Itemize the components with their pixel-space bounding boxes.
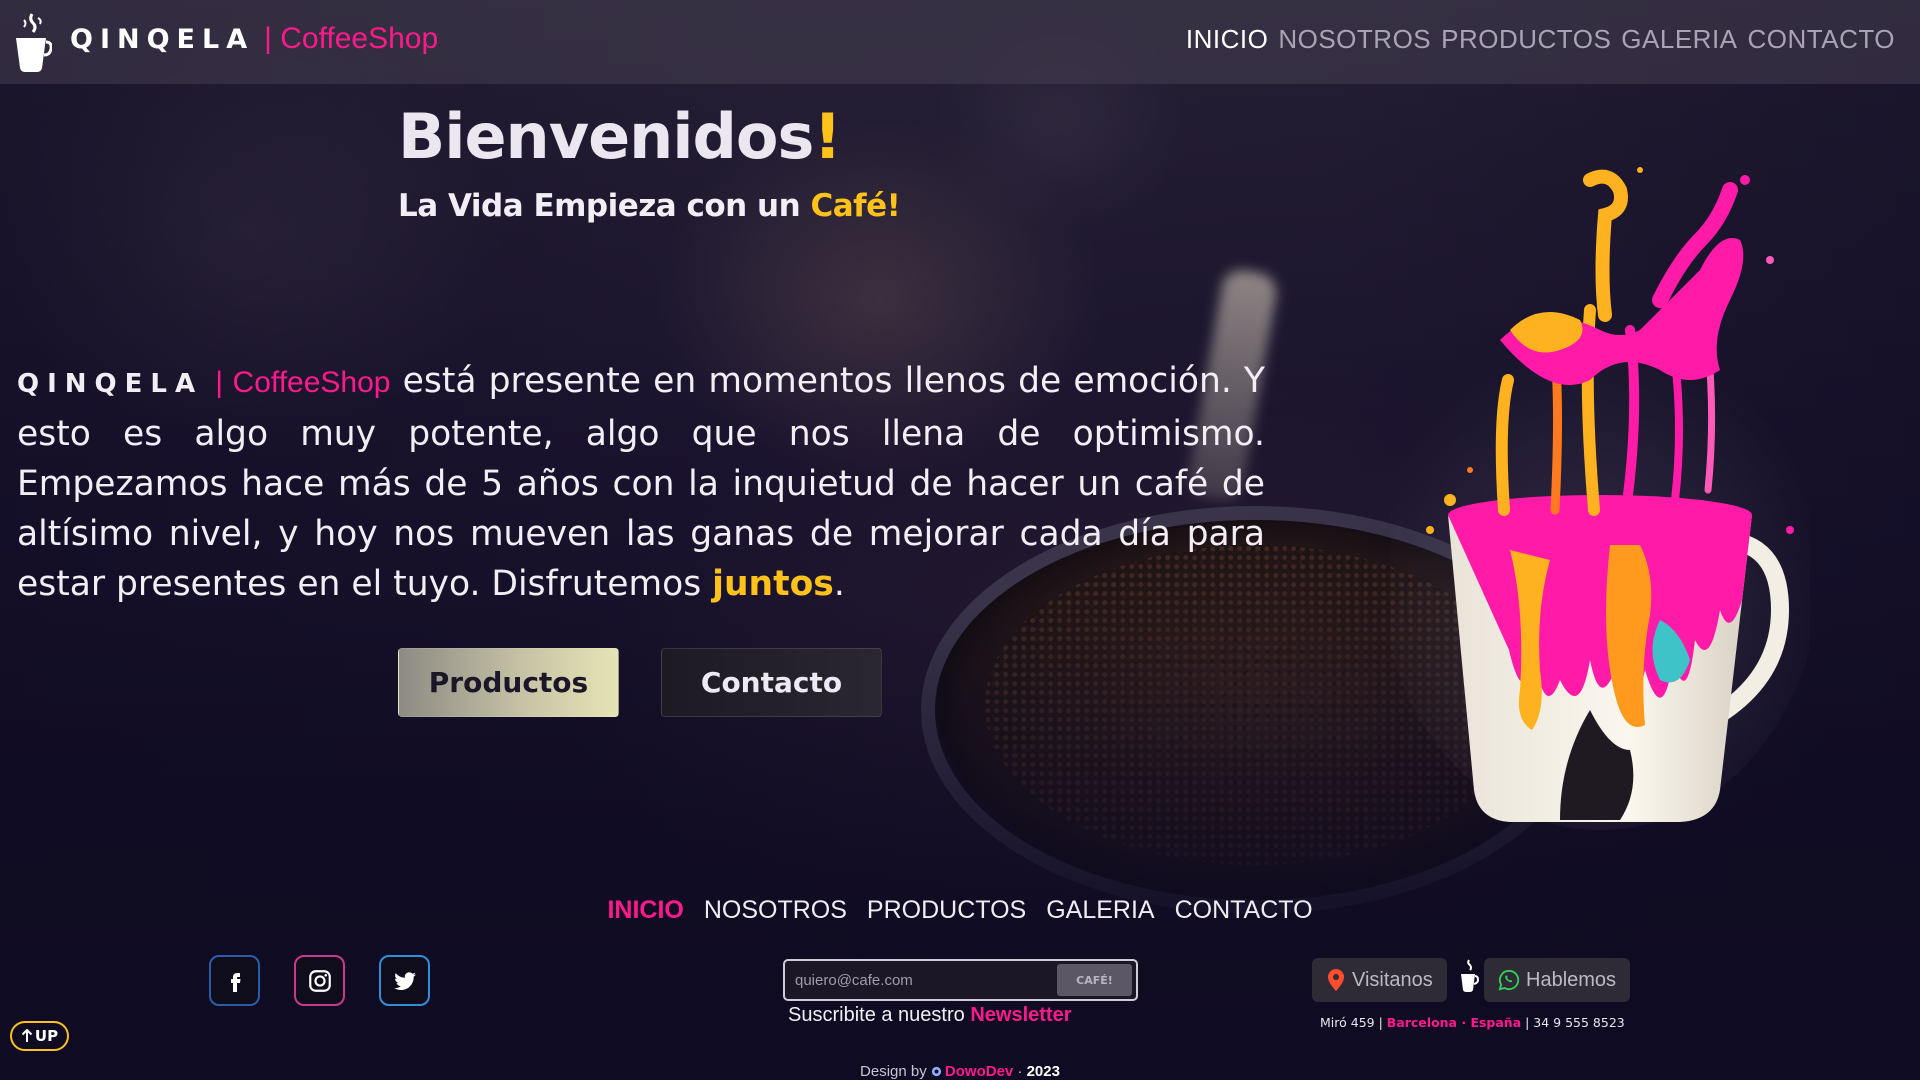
scroll-up-label: UP	[34, 1027, 59, 1045]
visit-button[interactable]: Visitanos	[1312, 958, 1447, 1002]
top-header: QINQELA | CoffeeShop INICIO NOSOTROS PRO…	[0, 0, 1920, 84]
whatsapp-icon	[1498, 969, 1520, 991]
paint-splash-cup-illustration	[1390, 167, 1810, 830]
whatsapp-button[interactable]: Hablemos	[1484, 958, 1631, 1002]
design-credit: Design by DowoDev · 2023	[0, 1063, 1920, 1080]
newsletter-caption-text: Suscribite a nuestro	[788, 1004, 971, 1026]
arrow-up-icon	[21, 1029, 33, 1042]
nav-inicio[interactable]: INICIO	[1186, 24, 1268, 55]
instagram-icon	[308, 969, 331, 992]
credit-separator: ·	[1013, 1063, 1027, 1080]
whatsapp-label: Hablemos	[1526, 968, 1617, 991]
hero-title: Bienvenidos!	[398, 100, 842, 173]
about-paragraph: QINQELA | CoffeeShop está presente en mo…	[17, 356, 1265, 609]
hero-title-text: Bienvenidos	[398, 100, 814, 173]
about-end: .	[833, 564, 845, 604]
footer-nav: INICIO NOSOTROS PRODUCTOS GALERIA CONTAC…	[0, 896, 1920, 925]
hero-title-mark: !	[813, 100, 841, 173]
instagram-button[interactable]	[294, 955, 345, 1006]
credit-prefix: Design by	[860, 1063, 931, 1080]
newsletter-caption-highlight: Newsletter	[970, 1004, 1072, 1026]
newsletter-email-input[interactable]	[795, 971, 1057, 989]
address-city: Barcelona · España	[1386, 1015, 1522, 1030]
header-nav: INICIO NOSOTROS PRODUCTOS GALERIA CONTAC…	[1186, 24, 1895, 55]
address: Miró 459 | Barcelona · España | 34 9 555…	[1320, 1015, 1625, 1030]
footer-nav-contacto[interactable]: CONTACTO	[1175, 896, 1313, 925]
coffee-cup-logo-icon[interactable]	[12, 10, 52, 74]
footer-nav-nosotros[interactable]: NOSOTROS	[704, 896, 847, 925]
about-highlight: juntos	[712, 564, 834, 604]
hero-subtitle-highlight: Café!	[810, 188, 901, 224]
hero-subtitle: La Vida Empieza con un Café!	[398, 188, 901, 224]
newsletter-submit-button[interactable]: CAFÉ!	[1057, 964, 1132, 996]
scroll-up-button[interactable]: UP	[10, 1021, 69, 1051]
twitter-icon	[393, 971, 416, 990]
brand[interactable]: QINQELA | CoffeeShop	[70, 22, 438, 56]
visit-label: Visitanos	[1352, 968, 1433, 991]
credit-brand[interactable]: DowoDev	[945, 1063, 1013, 1080]
hero-subtitle-text: La Vida Empieza con un	[398, 188, 811, 224]
footer-nav-productos[interactable]: PRODUCTOS	[867, 896, 1026, 925]
nav-nosotros[interactable]: NOSOTROS	[1278, 24, 1431, 55]
dowodev-logo-icon	[931, 1066, 941, 1077]
newsletter-form: CAFÉ!	[783, 959, 1138, 1001]
contact-button[interactable]: Contacto	[661, 648, 882, 717]
about-brand-name: QINQELA	[17, 369, 204, 399]
nav-galeria[interactable]: GALERIA	[1621, 24, 1737, 55]
newsletter-caption: Suscribite a nuestro Newsletter	[788, 1004, 1071, 1027]
address-street: Miró 459 |	[1320, 1015, 1387, 1030]
about-text: está presente en momentos llenos de emoc…	[17, 361, 1266, 604]
footer-nav-inicio[interactable]: INICIO	[607, 896, 683, 925]
twitter-button[interactable]	[379, 955, 430, 1006]
brand-name: QINQELA	[70, 24, 255, 55]
facebook-button[interactable]	[209, 955, 260, 1006]
nav-contacto[interactable]: CONTACTO	[1748, 24, 1895, 55]
brand-shop-label: | CoffeeShop	[264, 22, 439, 55]
nav-productos[interactable]: PRODUCTOS	[1441, 24, 1611, 55]
facebook-icon	[230, 972, 240, 992]
products-button[interactable]: Productos	[398, 648, 619, 717]
coffee-cup-icon	[1461, 959, 1479, 992]
address-phone: | 34 9 555 8523	[1521, 1015, 1625, 1030]
credit-year: 2023	[1026, 1063, 1060, 1080]
footer-nav-galeria[interactable]: GALERIA	[1046, 896, 1154, 925]
about-brand-shop: | CoffeeShop	[215, 366, 391, 399]
map-pin-icon	[1328, 969, 1344, 991]
